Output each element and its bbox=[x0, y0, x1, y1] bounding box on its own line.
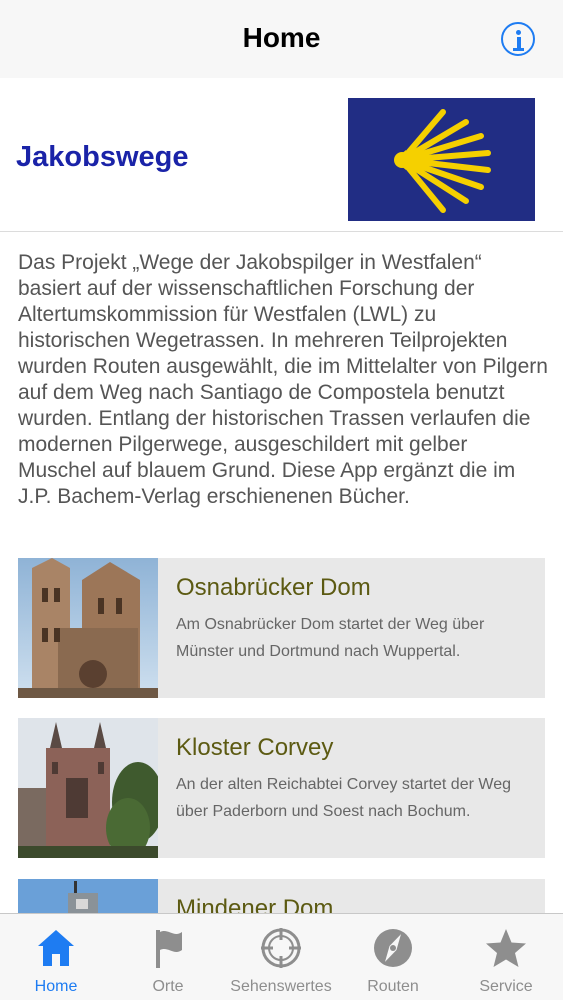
header-title: Jakobswege bbox=[16, 141, 189, 173]
page-title: Home bbox=[242, 22, 321, 53]
tab-label: Home bbox=[34, 978, 78, 995]
header-banner: Jakobswege bbox=[0, 78, 563, 232]
list-item-osnabruecker-dom[interactable]: Osnabrücker Dom Am Osnabrücker Dom start… bbox=[18, 558, 545, 698]
tab-label: Routen bbox=[367, 978, 419, 995]
card-description: An der alten Reichabtei Corvey startet d… bbox=[176, 776, 511, 820]
scallop-shell-logo bbox=[348, 98, 535, 221]
tab-routen[interactable]: Routen bbox=[337, 914, 449, 1000]
card-title: Osnabrücker Dom bbox=[176, 574, 371, 601]
list-item-kloster-corvey[interactable]: Kloster Corvey An der alten Reichabtei C… bbox=[18, 718, 545, 858]
app-screen: Home Jakobswege Das Projekt „Wege der Ja… bbox=[0, 0, 563, 1000]
intro-text: Das Projekt „Wege der Jakobspilger in We… bbox=[18, 251, 548, 508]
kloster-corvey-photo bbox=[18, 718, 158, 858]
navigation-bar: Home bbox=[0, 0, 563, 78]
tab-bar: Home Orte Sehenswertes Routen Service bbox=[0, 913, 563, 1000]
card-title: Kloster Corvey bbox=[176, 734, 334, 761]
star-icon bbox=[486, 929, 526, 967]
crosshair-icon bbox=[261, 928, 301, 968]
tab-sehenswertes[interactable]: Sehenswertes bbox=[225, 914, 337, 1000]
osnabruecker-dom-photo bbox=[18, 558, 158, 698]
tab-label: Sehenswertes bbox=[230, 978, 332, 995]
house-icon bbox=[38, 930, 74, 966]
compass-icon bbox=[374, 929, 412, 967]
info-button[interactable] bbox=[501, 22, 535, 56]
flag-icon bbox=[156, 930, 182, 968]
tab-home[interactable]: Home bbox=[0, 914, 112, 1000]
tab-orte[interactable]: Orte bbox=[112, 914, 224, 1000]
card-description: Am Osnabrücker Dom startet der Weg über … bbox=[176, 616, 485, 660]
tab-label: Service bbox=[479, 978, 533, 995]
tab-label: Orte bbox=[152, 978, 184, 995]
tab-service[interactable]: Service bbox=[450, 914, 562, 1000]
